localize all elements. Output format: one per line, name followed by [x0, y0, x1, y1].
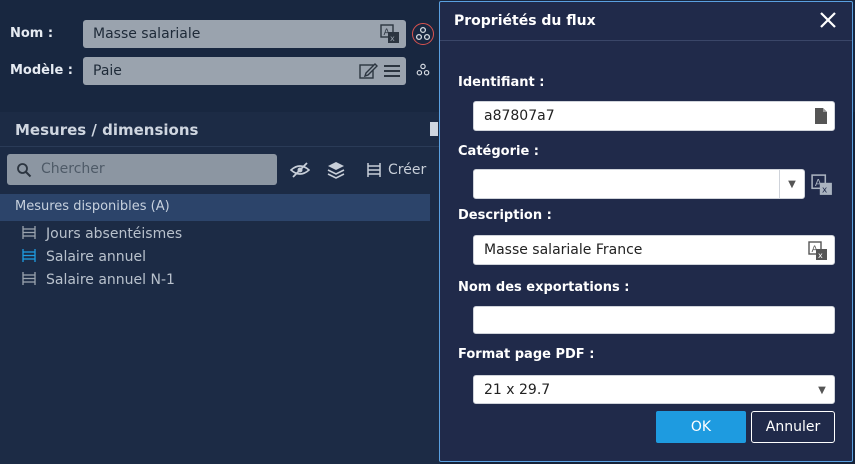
list-header-label: Mesures disponibles (A) — [15, 199, 170, 214]
hide-icon[interactable] — [290, 161, 310, 179]
list-item[interactable]: Jours absentéismes — [22, 226, 182, 242]
create-button[interactable]: Créer — [388, 162, 426, 178]
id-value: a87807a7 — [484, 108, 555, 124]
model-value: Paie — [93, 63, 122, 79]
measure-icon — [22, 249, 36, 262]
close-icon[interactable] — [818, 10, 838, 30]
panel-header: Mesures / dimensions — [0, 112, 440, 147]
flux-properties-dialog: Propriétés du flux Identifiant : a87807a… — [439, 1, 853, 462]
name-value: Masse salariale — [93, 26, 201, 42]
pdf-format-select[interactable]: 21 x 29.7 ▼ — [473, 375, 835, 404]
id-field[interactable]: a87807a7 — [473, 101, 835, 131]
dialog-title: Propriétés du flux — [454, 13, 596, 29]
list-item-label: Salaire annuel — [46, 249, 147, 265]
category-select[interactable]: ▼ — [473, 169, 805, 199]
list-item[interactable]: Salaire annuel — [22, 249, 146, 265]
model-label: Modèle : — [10, 63, 73, 78]
model-input[interactable]: Paie — [83, 57, 406, 85]
description-value: Masse salariale France — [484, 242, 643, 258]
measure-icon — [22, 226, 36, 239]
svg-text:x: x — [818, 251, 823, 260]
document-icon[interactable] — [814, 107, 828, 125]
search-icon — [17, 163, 32, 178]
name-label: Nom : — [10, 26, 54, 41]
dialog-separator — [440, 40, 852, 41]
create-icon[interactable] — [366, 162, 382, 178]
model-nodes-icon[interactable] — [414, 61, 432, 79]
pdf-format-value: 21 x 29.7 — [484, 382, 551, 398]
description-label: Description : — [458, 208, 552, 223]
export-name-label: Nom des exportations : — [458, 280, 630, 295]
list-item-label: Salaire annuel N-1 — [46, 272, 175, 288]
chevron-down-icon[interactable]: ▼ — [810, 376, 834, 404]
svg-text:x: x — [822, 186, 827, 196]
collapse-handle[interactable] — [430, 122, 438, 136]
measures-panel: Mesures / dimensions Chercher Créer Mesu… — [0, 112, 440, 464]
id-label: Identifiant : — [458, 75, 545, 90]
list-header[interactable]: Mesures disponibles (A) — [0, 194, 430, 221]
translate-icon[interactable]: A x — [811, 174, 833, 196]
menu-icon[interactable] — [382, 61, 402, 81]
description-field[interactable]: Masse salariale France A x — [473, 235, 835, 265]
search-input[interactable]: Chercher — [7, 154, 277, 185]
edit-icon[interactable] — [358, 61, 378, 81]
list-item[interactable]: Salaire annuel N-1 — [22, 272, 175, 288]
measure-icon — [22, 272, 36, 285]
export-name-field[interactable] — [473, 306, 835, 334]
panel-title: Mesures / dimensions — [15, 121, 199, 139]
nodes-icon — [415, 26, 431, 41]
translate-icon[interactable]: A x — [808, 241, 828, 261]
search-placeholder: Chercher — [41, 161, 105, 177]
layers-icon[interactable] — [326, 160, 346, 180]
chevron-down-icon[interactable]: ▼ — [779, 170, 804, 198]
ok-button[interactable]: OK — [656, 411, 746, 443]
translate-icon[interactable]: A x — [380, 24, 400, 44]
svg-text:x: x — [390, 34, 395, 43]
cancel-button[interactable]: Annuler — [751, 411, 835, 443]
pdf-format-label: Format page PDF : — [458, 347, 595, 362]
category-label: Catégorie : — [458, 144, 539, 159]
name-input[interactable]: Masse salariale A x — [83, 20, 406, 48]
flux-properties-button[interactable] — [412, 23, 434, 45]
list-item-label: Jours absentéismes — [46, 226, 183, 242]
